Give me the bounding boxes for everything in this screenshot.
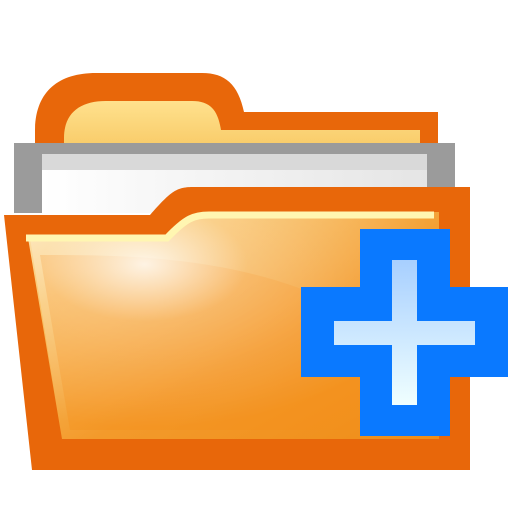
- paper-edge: [42, 154, 427, 170]
- icon-canvas: [0, 0, 512, 512]
- new-folder-icon: [4, 73, 508, 470]
